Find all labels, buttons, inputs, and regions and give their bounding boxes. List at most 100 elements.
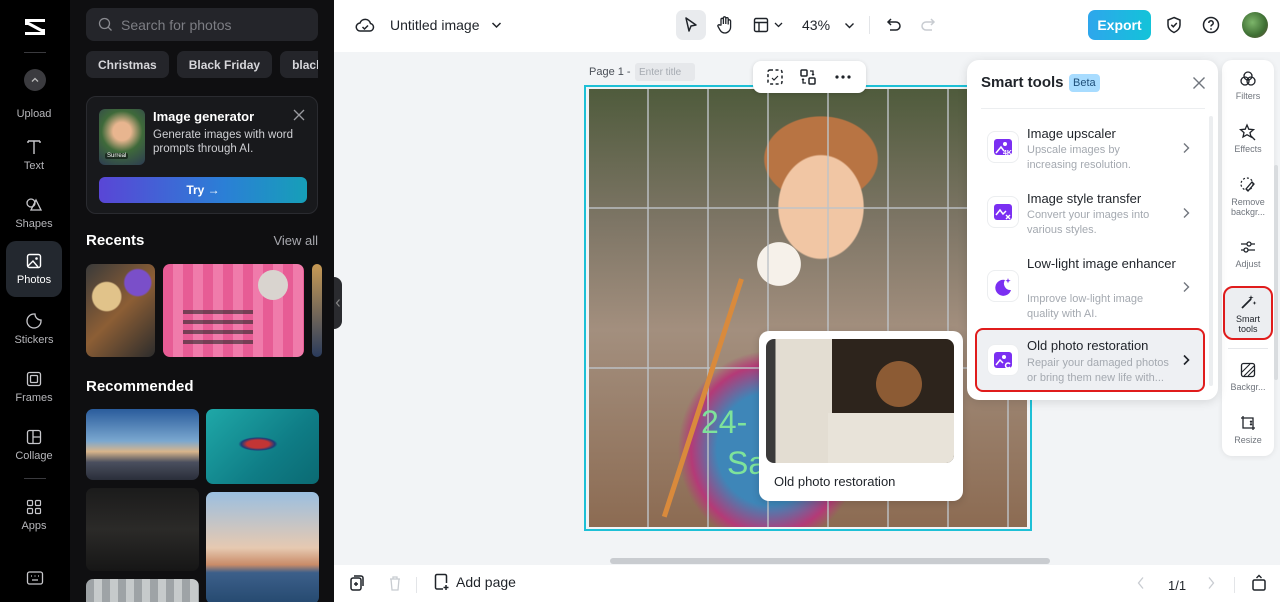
toolbar-divider — [869, 16, 870, 34]
try-image-generator-button[interactable]: Try → — [99, 177, 307, 203]
keyboard-shortcuts-icon[interactable] — [26, 570, 44, 586]
capcut-logo-icon[interactable] — [22, 14, 48, 40]
recommended-photo-dark-texture[interactable] — [86, 488, 199, 571]
tool-low-light-enhancer[interactable]: Low-light image enhancer Improve low-lig… — [977, 248, 1203, 324]
recommended-photo-new-york[interactable] — [206, 492, 319, 602]
rail-item-stickers[interactable]: Stickers — [6, 302, 62, 356]
resize-icon — [1241, 416, 1255, 430]
right-tool-smart-tools[interactable]: Smart tools — [1223, 286, 1273, 340]
recommended-photo-stacks[interactable] — [86, 579, 199, 602]
right-tool-label: Backgr... — [1230, 382, 1266, 392]
document-title[interactable]: Untitled image — [390, 17, 480, 33]
right-tool-filters[interactable]: Filters — [1225, 70, 1271, 101]
view-all-link[interactable]: View all — [273, 233, 318, 248]
chevron-left-icon — [335, 299, 340, 307]
select-tool-button[interactable] — [676, 10, 706, 40]
redo-button[interactable] — [918, 15, 938, 35]
recommended-photo-city-skyline[interactable] — [86, 409, 199, 480]
collapse-panel-handle[interactable] — [334, 277, 342, 329]
rail-item-photos[interactable]: Photos — [6, 241, 62, 297]
close-icon[interactable] — [1192, 76, 1206, 90]
recommended-heading: Recommended — [86, 378, 194, 395]
apps-icon — [26, 499, 42, 515]
recent-photo-pink-collage[interactable] — [163, 264, 304, 357]
next-page-button[interactable] — [1204, 574, 1218, 592]
page-panel-toggle[interactable] — [1250, 574, 1268, 592]
smart-crop-button[interactable] — [764, 67, 786, 87]
document-menu-button[interactable] — [490, 18, 502, 32]
duplicate-page-button[interactable] — [348, 574, 366, 592]
decor — [183, 304, 253, 344]
recent-photo-partial[interactable] — [312, 264, 322, 357]
beta-badge: Beta — [1069, 74, 1100, 92]
right-toolbar: Filters Effects Remove backgr... Adjust … — [1222, 60, 1274, 456]
tool-old-photo-restoration[interactable]: Old photo restoration Repair your damage… — [975, 328, 1205, 392]
right-tool-background[interactable]: Backgr... — [1225, 361, 1271, 392]
decor — [258, 270, 288, 300]
page-title-input[interactable] — [635, 63, 695, 81]
recommended-photo-boat[interactable] — [206, 409, 319, 484]
rail-item-shapes[interactable]: Shapes — [6, 186, 62, 240]
rail-item-upload[interactable]: Upload — [6, 76, 62, 130]
tool-image-upscaler[interactable]: 4K Image upscaler Upscale images by incr… — [977, 118, 1203, 176]
tool-image-style-transfer[interactable]: Image style transfer Convert your images… — [977, 183, 1203, 241]
right-tool-label: Resize — [1234, 435, 1262, 445]
rail-item-frames[interactable]: Frames — [6, 360, 62, 414]
recent-photo-tacos[interactable] — [86, 264, 155, 357]
chip-black-friday[interactable]: Black Friday — [176, 51, 273, 78]
photo-search-input[interactable] — [121, 16, 311, 33]
tool-description: Upscale images by — [1027, 144, 1120, 156]
trash-icon — [390, 576, 400, 591]
right-panel-scrollbar[interactable] — [1274, 165, 1278, 380]
canvas-text-line-1[interactable]: 24- — [701, 404, 747, 441]
chip-black[interactable]: black — [280, 51, 318, 78]
shield-check-icon — [1167, 16, 1181, 34]
rail-item-apps[interactable]: Apps — [6, 488, 62, 542]
tool-description: Improve low-light image — [1027, 293, 1144, 305]
photo-search-box[interactable] — [86, 8, 318, 41]
tool-name: Low-light image enhancer — [1027, 256, 1176, 271]
replace-image-button[interactable] — [797, 67, 819, 87]
image-generator-description: Generate images with word prompts throug… — [153, 129, 293, 155]
export-button[interactable]: Export — [1088, 10, 1151, 40]
sticker-icon — [26, 313, 42, 329]
preview-caption: Old photo restoration — [774, 474, 896, 489]
undo-button[interactable] — [884, 15, 904, 35]
right-tool-effects[interactable]: Effects — [1225, 123, 1271, 154]
zoom-level[interactable]: 43% — [802, 17, 830, 33]
chevron-down-icon — [774, 22, 783, 28]
ai-select-icon — [767, 69, 783, 85]
hand-tool-button[interactable] — [714, 13, 736, 37]
right-tool-adjust[interactable]: Adjust — [1225, 238, 1271, 269]
cloud-save-button[interactable] — [354, 15, 376, 35]
upscaler-icon: 4K — [987, 131, 1019, 163]
previous-page-button[interactable] — [1134, 574, 1148, 592]
delete-page-button[interactable] — [386, 574, 404, 592]
more-options-button[interactable] — [832, 67, 854, 87]
right-toolbar-divider — [1228, 348, 1268, 349]
user-avatar[interactable] — [1242, 12, 1268, 38]
style-transfer-icon — [987, 196, 1019, 228]
zoom-menu-button[interactable] — [842, 18, 856, 32]
layout-menu-button[interactable] — [750, 15, 786, 35]
close-icon[interactable] — [293, 109, 305, 121]
help-button[interactable] — [1201, 15, 1221, 35]
rail-item-text[interactable]: Text — [6, 128, 62, 182]
chevron-right-icon — [1183, 354, 1190, 366]
rail-item-collage[interactable]: Collage — [6, 418, 62, 472]
security-button[interactable] — [1164, 15, 1184, 35]
cursor-icon — [685, 17, 697, 32]
top-bar: Untitled image 43% Export — [334, 0, 1280, 52]
smart-tools-scrollbar[interactable] — [1209, 116, 1213, 386]
magic-wand-icon — [1241, 295, 1257, 309]
canvas-horizontal-scrollbar[interactable] — [610, 558, 1050, 564]
tool-name: Image style transfer — [1027, 191, 1142, 206]
right-tool-label: Remove backgr... — [1230, 197, 1266, 217]
tool-description: various styles. — [1027, 224, 1097, 236]
right-tool-resize[interactable]: Resize — [1225, 414, 1271, 445]
chip-christmas[interactable]: Christmas — [86, 51, 169, 78]
bottom-divider — [416, 577, 417, 593]
preview-image — [766, 339, 954, 463]
right-tool-remove-background[interactable]: Remove backgr... — [1225, 176, 1271, 217]
add-page-button[interactable]: Add page — [434, 573, 516, 591]
